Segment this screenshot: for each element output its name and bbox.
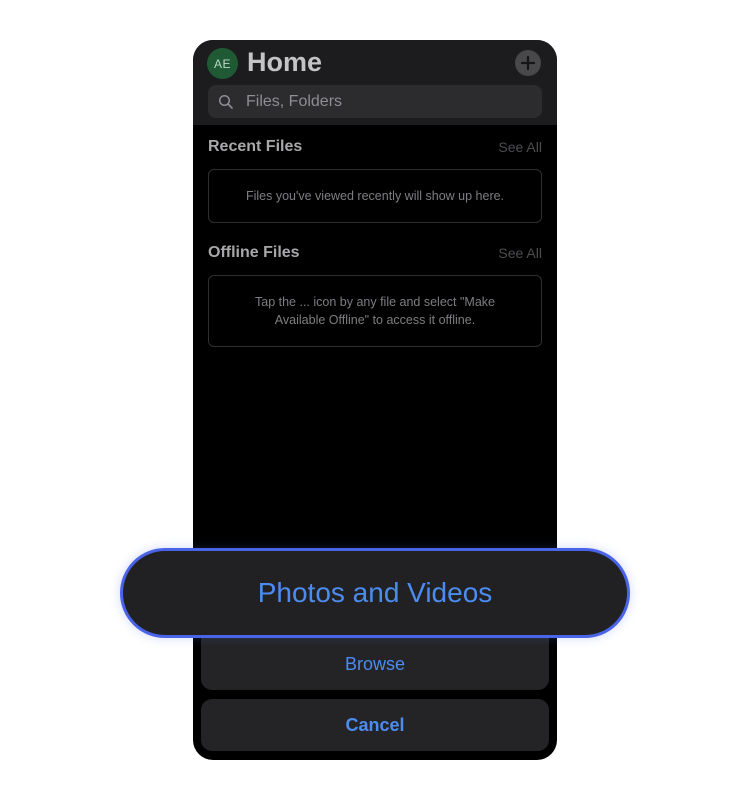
browse-button[interactable]: Browse: [201, 630, 549, 690]
recent-see-all-link[interactable]: See All: [498, 139, 542, 155]
avatar[interactable]: AE: [207, 48, 238, 79]
photos-and-videos-button[interactable]: Photos and Videos: [120, 548, 630, 638]
offline-files-title: Offline Files: [208, 244, 300, 261]
search-icon: [218, 94, 233, 109]
header: AE Home: [193, 40, 557, 125]
plus-icon: [521, 56, 535, 70]
add-button[interactable]: [515, 50, 541, 76]
recent-empty-text: Files you've viewed recently will show u…: [245, 189, 505, 203]
search-bar[interactable]: [208, 85, 542, 118]
phone-screen: AE Home Recent Files See All Files you'v…: [193, 40, 557, 760]
page-title: Home: [247, 47, 323, 77]
cancel-button[interactable]: Cancel: [201, 699, 549, 751]
photos-and-videos-label: Photos and Videos: [257, 577, 493, 608]
cancel-label: Cancel: [345, 714, 405, 735]
offline-empty-text-line1: Tap the ... icon by any file and select …: [255, 295, 495, 309]
recent-files-title: Recent Files: [208, 138, 303, 155]
search-input[interactable]: [246, 92, 506, 111]
offline-empty-text-line2: Available Offline" to access it offline.: [274, 313, 476, 327]
recent-files-empty-card: Files you've viewed recently will show u…: [208, 169, 542, 223]
offline-files-empty-card: Tap the ... icon by any file and select …: [208, 275, 542, 347]
offline-see-all-link[interactable]: See All: [498, 245, 542, 261]
browse-label: Browse: [344, 653, 406, 674]
